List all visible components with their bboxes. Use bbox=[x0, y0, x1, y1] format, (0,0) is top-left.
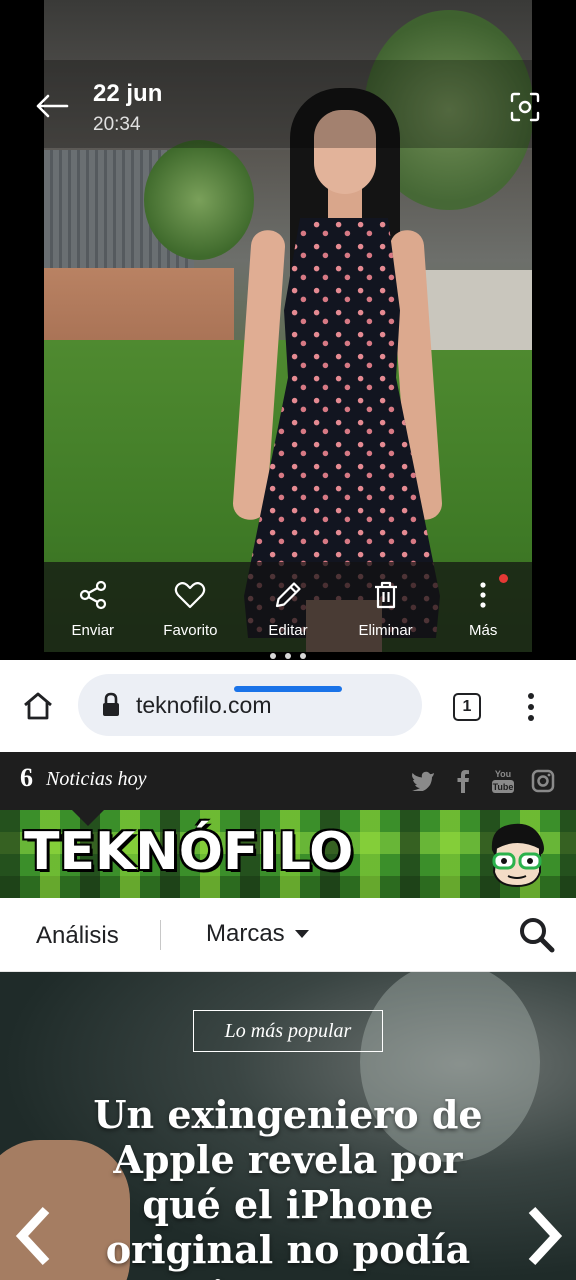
home-icon bbox=[24, 692, 52, 720]
popular-tag: Lo más popular bbox=[193, 1010, 383, 1052]
tab-switcher-button[interactable]: 1 bbox=[448, 688, 486, 726]
scan-icon bbox=[510, 92, 540, 122]
carousel-prev-icon[interactable] bbox=[12, 1204, 56, 1268]
share-button[interactable]: Enviar bbox=[44, 562, 142, 652]
edit-button[interactable]: Editar bbox=[239, 562, 337, 652]
site-navigation: Análisis Marcas bbox=[0, 898, 576, 972]
share-icon bbox=[79, 580, 106, 610]
browser-toolbar: teknofilo.com 1 bbox=[0, 660, 576, 752]
page-load-progress bbox=[234, 686, 342, 692]
pencil-icon bbox=[275, 582, 301, 608]
nav-divider bbox=[160, 920, 161, 950]
instagram-icon[interactable] bbox=[530, 768, 556, 794]
favorite-label: Favorito bbox=[163, 622, 218, 639]
site-logo: TEKNÓFILO bbox=[24, 822, 354, 882]
more-vertical-icon bbox=[480, 582, 486, 608]
nav-item-marcas[interactable]: Marcas bbox=[206, 920, 309, 948]
lens-scan-button[interactable] bbox=[504, 86, 546, 128]
featured-article[interactable]: Lo más popular Un exingeniero de Apple r… bbox=[0, 972, 576, 1280]
more-vertical-icon bbox=[528, 693, 534, 699]
photo-time: 20:34 bbox=[93, 114, 141, 135]
chevron-down-icon bbox=[294, 930, 309, 938]
favorite-button[interactable]: Favorito bbox=[142, 562, 240, 652]
share-label: Enviar bbox=[71, 622, 115, 639]
trash-icon bbox=[374, 581, 397, 609]
gallery-viewer: 22 jun 20:34 Enviar Favorito Editar Elim… bbox=[0, 0, 576, 660]
heart-icon bbox=[175, 582, 206, 609]
tab-count: 1 bbox=[453, 693, 481, 721]
news-count: 6 bbox=[20, 763, 33, 792]
home-button[interactable] bbox=[18, 686, 58, 726]
delete-label: Eliminar bbox=[358, 622, 413, 639]
more-label: Más bbox=[469, 622, 498, 639]
facebook-icon[interactable] bbox=[450, 768, 476, 794]
url-text: teknofilo.com bbox=[136, 691, 272, 718]
address-bar[interactable]: teknofilo.com bbox=[78, 674, 422, 736]
twitter-icon[interactable] bbox=[410, 768, 436, 794]
article-headline[interactable]: Un exingeniero de Apple revela por qué e… bbox=[80, 1092, 496, 1280]
more-button[interactable]: Más bbox=[434, 562, 532, 652]
carousel-next-icon[interactable] bbox=[522, 1204, 566, 1268]
mascot-logo-icon bbox=[491, 823, 544, 888]
svg-text:Tube: Tube bbox=[493, 782, 514, 792]
youtube-icon[interactable]: You Tube bbox=[490, 768, 516, 794]
news-strip-pointer bbox=[72, 810, 104, 826]
search-icon[interactable] bbox=[518, 916, 556, 954]
news-strip[interactable]: 6 Noticias hoy You Tube bbox=[0, 752, 576, 810]
notification-dot bbox=[498, 574, 508, 583]
news-label: Noticias hoy bbox=[46, 768, 147, 790]
browser-menu-button[interactable] bbox=[514, 688, 548, 726]
delete-button[interactable]: Eliminar bbox=[337, 562, 435, 652]
gallery-action-bar: Enviar Favorito Editar Eliminar Más bbox=[44, 562, 532, 652]
photo-date: 22 jun bbox=[93, 80, 163, 107]
back-button[interactable] bbox=[30, 86, 74, 126]
split-screen-handle[interactable] bbox=[270, 652, 306, 660]
nav-item-analisis[interactable]: Análisis bbox=[36, 922, 119, 950]
lock-icon bbox=[103, 692, 119, 716]
nav-item-marcas-label: Marcas bbox=[206, 920, 285, 947]
svg-text:You: You bbox=[495, 769, 511, 779]
edit-label: Editar bbox=[268, 622, 308, 639]
browser-window: teknofilo.com 1 6 Noticias hoy You Tube bbox=[0, 660, 576, 1280]
arrow-left-icon bbox=[36, 94, 69, 118]
